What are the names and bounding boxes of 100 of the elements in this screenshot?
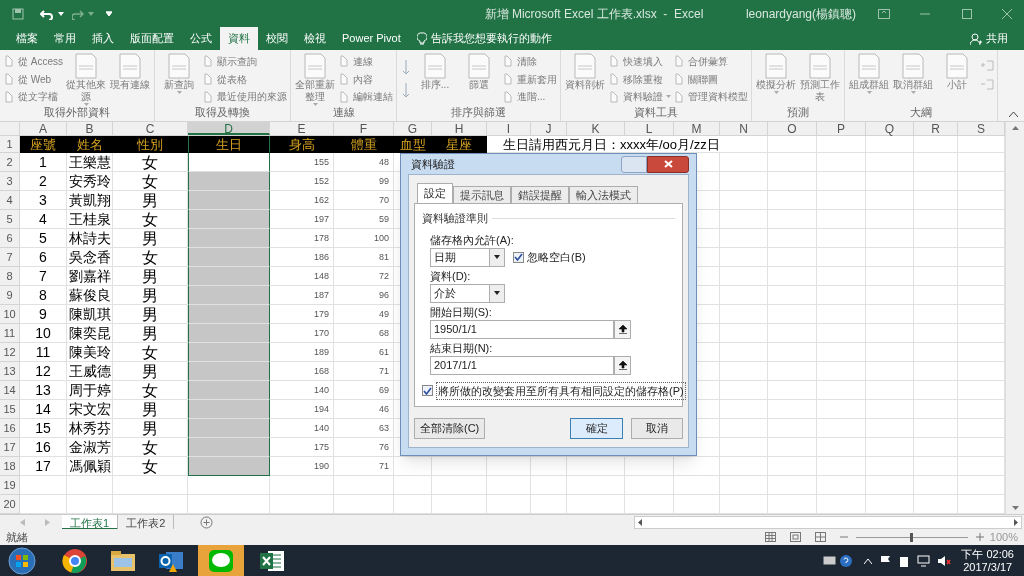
- column-header[interactable]: G: [394, 122, 432, 135]
- column-header[interactable]: R: [914, 122, 958, 135]
- start-button[interactable]: [8, 546, 36, 575]
- tell-me-search[interactable]: 告訴我您想要執行的動作: [430, 30, 552, 47]
- ribbon-button[interactable]: 從文字檔: [3, 88, 63, 105]
- share-button[interactable]: 共用: [970, 27, 1016, 50]
- column-header[interactable]: Q: [866, 122, 914, 135]
- ribbon-button[interactable]: 最近使用的來源: [202, 88, 287, 105]
- scroll-down-icon[interactable]: [1011, 506, 1019, 510]
- dialog-tab[interactable]: 錯誤提醒: [511, 186, 569, 203]
- row-header[interactable]: 13: [0, 362, 20, 381]
- ribbon-button[interactable]: 組成群組: [848, 53, 890, 94]
- scroll-right-icon[interactable]: [1014, 518, 1018, 526]
- vertical-scrollbar[interactable]: [1005, 122, 1024, 514]
- row-header[interactable]: 14: [0, 381, 20, 400]
- help-icon[interactable]: [840, 554, 853, 567]
- column-header[interactable]: O: [768, 122, 817, 135]
- sheet-tab[interactable]: 工作表1: [62, 514, 119, 530]
- dialog-tab[interactable]: 輸入法模式: [569, 186, 638, 203]
- maximize-icon[interactable]: [962, 8, 972, 19]
- column-header[interactable]: I: [487, 122, 531, 135]
- ribbon-tab[interactable]: 插入: [84, 27, 122, 50]
- dropdown-arrow-button[interactable]: [489, 284, 504, 302]
- column-header[interactable]: B: [67, 122, 113, 135]
- row-header[interactable]: 10: [0, 305, 20, 324]
- column-header[interactable]: E: [270, 122, 334, 135]
- row-header[interactable]: 8: [0, 267, 20, 286]
- ribbon-button[interactable]: 快速填入: [608, 53, 671, 70]
- volume-muted-icon[interactable]: [938, 554, 952, 567]
- dialog-tab[interactable]: 提示訊息: [453, 186, 511, 203]
- column-header[interactable]: H: [432, 122, 487, 135]
- clear-all-button[interactable]: 全部清除(C): [414, 417, 486, 439]
- row-header[interactable]: 7: [0, 248, 20, 267]
- scroll-left-icon[interactable]: [638, 518, 642, 526]
- row-header[interactable]: 5: [0, 210, 20, 229]
- ribbon-button[interactable]: 從其他來源: [65, 53, 107, 106]
- input-field[interactable]: 2017/1/1: [430, 355, 614, 375]
- ribbon-tab[interactable]: 檢視: [296, 27, 334, 50]
- dropdown-arrow-button[interactable]: [489, 248, 504, 266]
- scroll-up-icon[interactable]: [1011, 126, 1019, 130]
- input-field[interactable]: 1950/1/1: [430, 319, 614, 339]
- ribbon-button[interactable]: 資料剖析: [564, 53, 606, 91]
- checkbox[interactable]: [422, 385, 433, 397]
- ribbon-button[interactable]: 從 Access: [3, 53, 63, 70]
- folder-icon[interactable]: [110, 549, 136, 572]
- horizontal-scrollbar[interactable]: [634, 515, 1022, 529]
- column-header[interactable]: L: [625, 122, 674, 135]
- column-header[interactable]: K: [567, 122, 625, 135]
- row-header[interactable]: 20: [0, 495, 20, 514]
- ribbon-button[interactable]: 管理資料模型: [673, 88, 748, 105]
- ribbon-button[interactable]: 篩選: [458, 53, 500, 91]
- row-header[interactable]: 19: [0, 476, 20, 495]
- row-header[interactable]: 15: [0, 400, 20, 419]
- column-header[interactable]: N: [720, 122, 768, 135]
- show-hidden-icons-icon[interactable]: [864, 556, 873, 565]
- column-header[interactable]: P: [817, 122, 866, 135]
- ribbon-tab[interactable]: 公式: [182, 27, 220, 50]
- row-header[interactable]: 17: [0, 438, 20, 457]
- zoom-in-icon[interactable]: [975, 533, 984, 541]
- ribbon-button[interactable]: 內容: [338, 70, 393, 88]
- customize-toolbar-icon[interactable]: [106, 11, 112, 16]
- row-header[interactable]: 3: [0, 172, 20, 191]
- column-header[interactable]: F: [334, 122, 394, 135]
- ribbon-button[interactable]: 重新套用: [502, 70, 557, 88]
- close-button[interactable]: [647, 155, 689, 173]
- row-header[interactable]: 2: [0, 153, 20, 172]
- ribbon-button[interactable]: 全部重新整理: [294, 53, 336, 106]
- ribbon-button[interactable]: 模擬分析: [755, 53, 797, 94]
- zoom-slider-thumb[interactable]: [910, 532, 914, 542]
- ribbon-button[interactable]: 進階...: [502, 88, 557, 105]
- ribbon-button[interactable]: 連線: [338, 53, 393, 70]
- battery-icon[interactable]: [899, 554, 910, 567]
- ribbon-button[interactable]: 新查詢: [158, 53, 200, 94]
- ribbon-button[interactable]: 取消群組: [892, 53, 934, 94]
- caret-icon[interactable]: [58, 11, 64, 16]
- add-sheet-icon[interactable]: [200, 515, 214, 529]
- row-header[interactable]: 9: [0, 286, 20, 305]
- column-header[interactable]: D: [188, 122, 270, 135]
- row-header[interactable]: 12: [0, 343, 20, 362]
- ribbon-button[interactable]: 現有連線: [109, 53, 151, 91]
- close-icon[interactable]: [1002, 8, 1012, 19]
- ribbon-button[interactable]: 資料驗證: [608, 88, 671, 105]
- ribbon-button[interactable]: 排序...: [414, 53, 456, 91]
- collapse-dialog-button[interactable]: [614, 355, 631, 375]
- normal-view-icon[interactable]: [764, 532, 776, 542]
- collapse-ribbon-icon[interactable]: [1009, 111, 1018, 117]
- column-header[interactable]: J: [531, 122, 567, 135]
- column-header[interactable]: M: [674, 122, 720, 135]
- ribbon-display-options-icon[interactable]: [878, 8, 890, 19]
- ribbon-button[interactable]: 預測工作表: [799, 53, 841, 103]
- browser-icon[interactable]: [62, 547, 88, 574]
- clock-date[interactable]: 2017/3/17: [963, 560, 1013, 574]
- save-icon[interactable]: [12, 7, 24, 20]
- row-header[interactable]: 4: [0, 191, 20, 210]
- spreadsheet-app-icon[interactable]: [260, 549, 284, 572]
- ribbon-tab[interactable]: Power Pivot: [334, 27, 409, 50]
- ribbon-tab[interactable]: 檔案: [8, 27, 46, 50]
- ribbon-tab[interactable]: 常用: [46, 27, 84, 50]
- collapse-dialog-button[interactable]: [614, 319, 631, 339]
- keyboard-icon[interactable]: [823, 556, 837, 565]
